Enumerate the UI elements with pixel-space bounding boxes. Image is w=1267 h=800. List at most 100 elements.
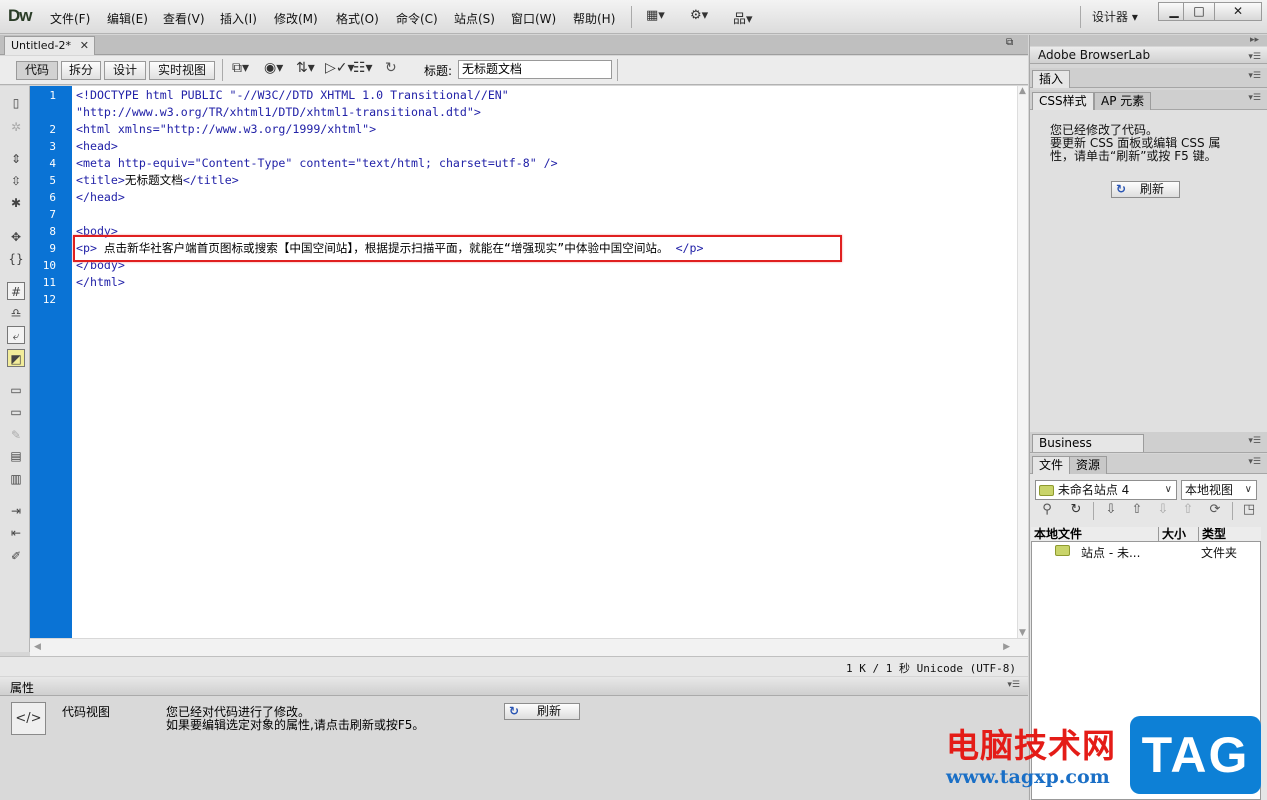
watermark-url: www.tagxp.com	[946, 766, 1110, 788]
browserlab-header[interactable]: Adobe BrowserLab ▾☰	[1030, 47, 1267, 64]
multiscreen-icon[interactable]: ⧉▾	[232, 60, 249, 76]
layout-icon[interactable]: ▦▾	[646, 8, 665, 23]
tab-files[interactable]: 文件	[1032, 456, 1071, 474]
expand-all-icon[interactable]: ✱	[7, 194, 25, 212]
code-line[interactable]: <title>无标题文档</title>	[76, 172, 239, 189]
close-icon[interactable]: ✕	[80, 39, 89, 52]
menu-window[interactable]: 窗口(W)	[511, 10, 556, 27]
collapse-tag-icon[interactable]: ⇕	[7, 150, 25, 168]
code-line[interactable]: <head>	[76, 138, 118, 155]
properties-title[interactable]: 属性	[10, 679, 34, 696]
horizontal-scrollbar[interactable]: ◀ ▶	[30, 638, 1028, 656]
refresh-icon[interactable]: ↻	[385, 60, 397, 76]
code-line[interactable]: </html>	[76, 274, 125, 291]
view-split-button[interactable]: 拆分	[61, 61, 101, 80]
tab-ap-elements[interactable]: AP 元素	[1094, 92, 1152, 110]
open-documents-icon[interactable]: ▯	[7, 94, 25, 112]
code-line[interactable]: <meta http-equiv="Content-Type" content=…	[76, 155, 558, 172]
syntax-coloring-icon[interactable]: ◩	[7, 349, 25, 367]
recent-snippets-icon[interactable]: ▤	[7, 447, 25, 465]
panel-menu-icon[interactable]: ▾☰	[1007, 680, 1020, 690]
view-select[interactable]: 本地视图 ∨	[1181, 480, 1257, 500]
synchronize-icon[interactable]: ⟳	[1205, 502, 1225, 517]
panel-menu-icon[interactable]: ▾☰	[1248, 93, 1261, 103]
line-numbers-icon[interactable]: #	[7, 282, 25, 300]
apply-comment-icon[interactable]: ▭	[7, 381, 25, 399]
tab-insert[interactable]: 插入	[1032, 70, 1071, 88]
menu-edit[interactable]: 编辑(E)	[107, 10, 148, 27]
panel-menu-icon[interactable]: ▾☰	[1248, 436, 1261, 446]
code-line[interactable]: <html xmlns="http://www.w3.org/1999/xhtm…	[76, 121, 376, 138]
site-select[interactable]: 未命名站点 4 ∨	[1035, 480, 1177, 500]
select-parent-tag-icon[interactable]: ✥	[7, 228, 25, 246]
menu-help[interactable]: 帮助(H)	[573, 10, 615, 27]
balance-braces-icon[interactable]: {}	[7, 250, 25, 268]
collapse-icon[interactable]: ▸▸	[1250, 35, 1259, 45]
check-out-icon[interactable]: ⇩	[1153, 502, 1173, 517]
scroll-up-icon[interactable]: ▲	[1019, 86, 1026, 96]
document-tab[interactable]: Untitled-2* ✕	[4, 36, 95, 55]
workspace-switcher[interactable]: 设计器 ▾	[1092, 8, 1138, 25]
view-design-button[interactable]: 设计	[104, 61, 146, 80]
menu-modify[interactable]: 修改(M)	[274, 10, 318, 27]
menu-insert[interactable]: 插入(I)	[220, 10, 257, 27]
code-line[interactable]: </head>	[76, 189, 125, 206]
move-css-icon[interactable]: ▥	[7, 470, 25, 488]
file-row[interactable]: 站点 - 未... 文件夹	[1031, 543, 1261, 560]
get-files-icon[interactable]: ⇩	[1101, 502, 1121, 517]
menu-file[interactable]: 文件(F)	[50, 10, 90, 27]
scroll-left-icon[interactable]: ◀	[34, 642, 41, 652]
properties-refresh-button[interactable]: ↻ 刷新	[504, 703, 580, 720]
connect-icon[interactable]: ⚲	[1037, 502, 1057, 517]
format-source-icon[interactable]: ✐	[7, 547, 25, 565]
close-button[interactable]: ✕	[1214, 2, 1262, 21]
check-in-icon[interactable]: ⇧	[1178, 502, 1198, 517]
scroll-right-icon[interactable]: ▶	[1003, 642, 1010, 652]
code-line[interactable]: <!DOCTYPE html PUBLIC "-//W3C//DTD XHTML…	[76, 87, 509, 104]
column-size[interactable]: 大小	[1159, 527, 1199, 542]
toolbar-separator	[617, 59, 618, 81]
css-refresh-button[interactable]: ↻ 刷新	[1111, 181, 1180, 198]
code-line[interactable]: "http://www.w3.org/TR/xhtml1/DTD/xhtml1-…	[76, 104, 481, 121]
menu-format[interactable]: 格式(O)	[336, 10, 379, 27]
column-local-files[interactable]: 本地文件	[1031, 527, 1159, 542]
outdent-code-icon[interactable]: ⇤	[7, 524, 25, 542]
column-type[interactable]: 类型	[1199, 527, 1261, 542]
site-icon[interactable]: 品▾	[733, 8, 753, 27]
properties-message: 如果要编辑选定对象的属性,请点击刷新或按F5。	[166, 718, 425, 732]
refresh-icon[interactable]: ↻	[1066, 502, 1086, 517]
visual-aids-icon[interactable]: ☷▾	[353, 60, 373, 76]
menu-view[interactable]: 查看(V)	[163, 10, 205, 27]
validate-icon[interactable]: ▷✓▾	[325, 60, 355, 76]
collapse-selection-icon[interactable]: ⇳	[7, 172, 25, 190]
word-wrap-icon[interactable]: ⤶	[7, 326, 25, 344]
view-code-button[interactable]: 代码	[16, 61, 58, 80]
show-code-navigator-icon[interactable]: ✲	[7, 118, 25, 136]
put-files-icon[interactable]: ⇧	[1127, 502, 1147, 517]
scroll-down-icon[interactable]: ▼	[1019, 628, 1026, 638]
title-input[interactable]: 无标题文档	[458, 60, 612, 79]
maximize-button[interactable]: □	[1183, 2, 1215, 21]
tab-assets[interactable]: 资源	[1069, 456, 1108, 474]
live-view-button[interactable]: 实时视图	[149, 61, 215, 80]
dock-collapse-bar[interactable]: ▸▸	[1030, 35, 1267, 46]
panel-menu-icon[interactable]: ▾☰	[1248, 71, 1261, 81]
vertical-scrollbar[interactable]: ▲ ▼	[1017, 86, 1028, 638]
tab-css-styles[interactable]: CSS样式	[1032, 92, 1094, 110]
status-text: 1 K / 1 秒 Unicode (UTF-8)	[846, 662, 1016, 675]
code-editor[interactable]: <!DOCTYPE html PUBLIC "-//W3C//DTD XHTML…	[72, 86, 1017, 638]
panel-menu-icon[interactable]: ▾☰	[1248, 49, 1261, 65]
panel-menu-icon[interactable]: ▾☰	[1248, 457, 1261, 467]
expand-icon[interactable]: ◳	[1239, 502, 1259, 517]
menu-site[interactable]: 站点(S)	[454, 10, 495, 27]
menu-commands[interactable]: 命令(C)	[396, 10, 438, 27]
tab-business-catalyst[interactable]: Business Catalyst	[1032, 434, 1144, 467]
gear-icon[interactable]: ⚙▾	[690, 8, 708, 23]
highlight-invalid-code-icon[interactable]: ♎	[7, 304, 25, 322]
indent-code-icon[interactable]: ⇥	[7, 502, 25, 520]
file-management-icon[interactable]: ⇅▾	[296, 60, 315, 76]
remove-comment-icon[interactable]: ▭	[7, 403, 25, 421]
browser-preview-icon[interactable]: ◉▾	[264, 60, 283, 76]
restore-icon[interactable]: ⧉	[1006, 37, 1013, 48]
wrap-tag-icon[interactable]: ✎	[7, 426, 25, 444]
